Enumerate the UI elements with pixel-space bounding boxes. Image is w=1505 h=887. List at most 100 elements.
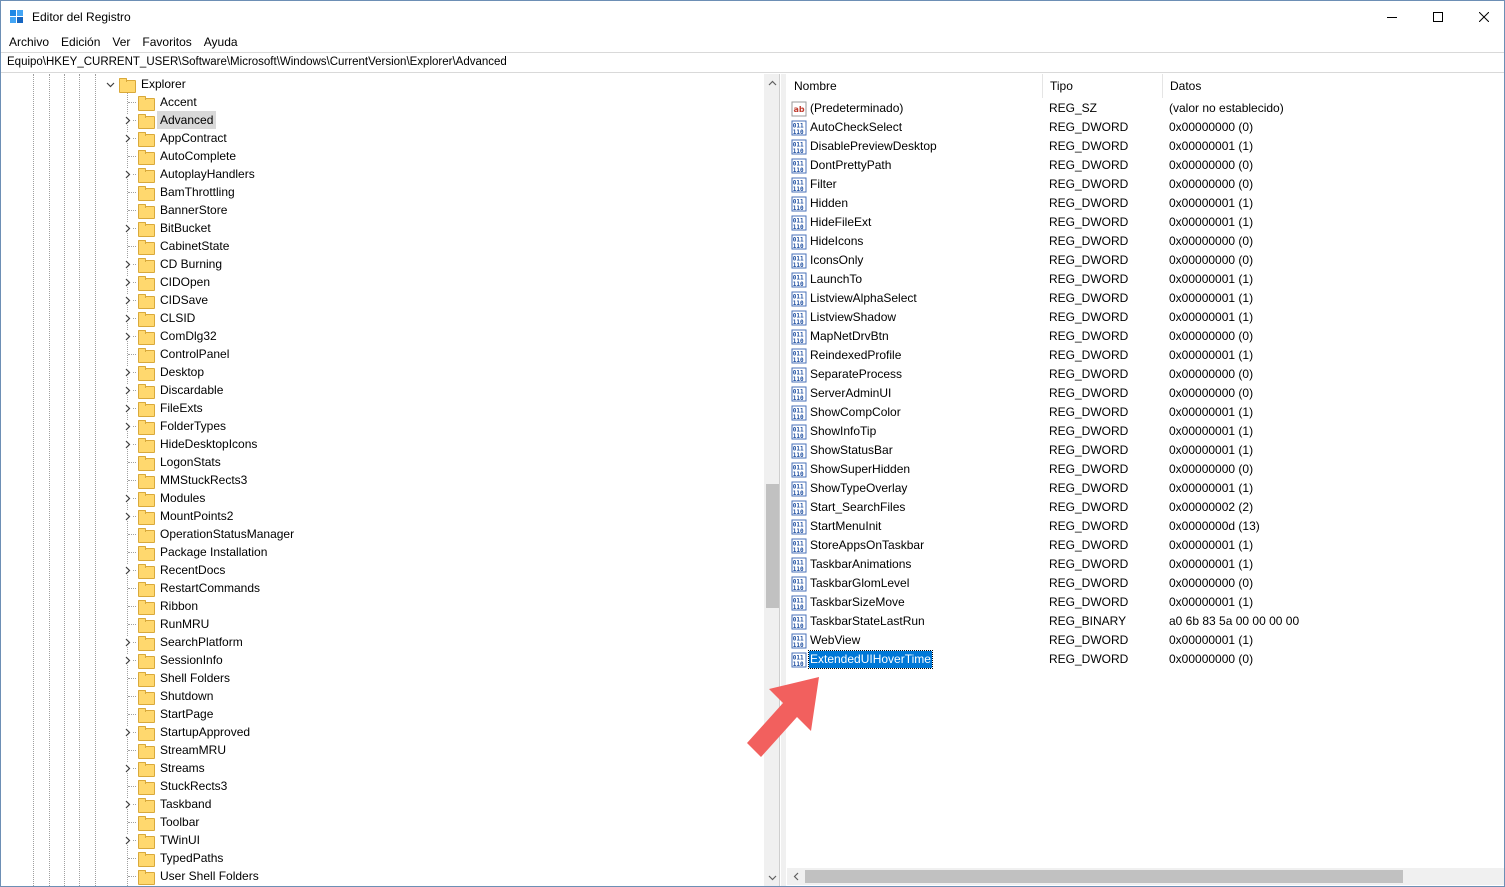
scroll-left-arrow-icon[interactable]: [787, 868, 804, 885]
tree-item[interactable]: SessionInfo: [119, 651, 226, 669]
tree-item[interactable]: TWinUI: [119, 831, 203, 849]
list-row[interactable]: 011 110 SeparateProcess REG_DWORD 0x00000000…: [787, 365, 1504, 384]
tree-item[interactable]: ComDlg32: [119, 327, 220, 345]
list-row[interactable]: 011 110 LaunchTo REG_DWORD 0x00000001 (1): [787, 270, 1504, 289]
list-row[interactable]: 011 110 IconsOnly REG_DWORD 0x00000000 (0): [787, 251, 1504, 270]
tree-item[interactable]: BamThrottling: [119, 183, 238, 201]
tree-item[interactable]: Shutdown: [119, 687, 216, 705]
chevron-right-icon[interactable]: [122, 403, 132, 413]
chevron-right-icon[interactable]: [122, 727, 132, 737]
list-row[interactable]: 011 110 TaskbarGlomLevel REG_DWORD 0x0000000…: [787, 574, 1504, 593]
chevron-right-icon[interactable]: [122, 115, 132, 125]
menu-archivo[interactable]: Archivo: [3, 32, 55, 52]
list-row[interactable]: 011 110 ShowStatusBar REG_DWORD 0x00000001 (…: [787, 441, 1504, 460]
chevron-right-icon[interactable]: [122, 637, 132, 647]
tree-item[interactable]: CD Burning: [119, 255, 225, 273]
chevron-right-icon[interactable]: [122, 763, 132, 773]
list-row[interactable]: 011 110 TaskbarStateLastRun REG_BINARY a0 6b…: [787, 612, 1504, 631]
chevron-right-icon[interactable]: [122, 493, 132, 503]
tree-item[interactable]: Desktop: [119, 363, 207, 381]
minimize-button[interactable]: [1369, 1, 1415, 32]
column-header-nombre[interactable]: Nombre: [787, 74, 1043, 98]
chevron-right-icon[interactable]: [122, 169, 132, 179]
tree-item[interactable]: TypedPaths: [119, 849, 226, 867]
list-row[interactable]: 011 110 ServerAdminUI REG_DWORD 0x00000000 (…: [787, 384, 1504, 403]
chevron-right-icon[interactable]: [122, 655, 132, 665]
chevron-right-icon[interactable]: [122, 259, 132, 269]
tree-item[interactable]: Shell Folders: [119, 669, 233, 687]
list-row[interactable]: 011 110 ShowTypeOverlay REG_DWORD 0x00000001…: [787, 479, 1504, 498]
list-row[interactable]: 011 110 Start_SearchFiles REG_DWORD 0x000000…: [787, 498, 1504, 517]
tree-item[interactable]: Ribbon: [119, 597, 201, 615]
column-header-tipo[interactable]: Tipo: [1043, 74, 1163, 98]
title-bar[interactable]: Editor del Registro: [1, 1, 1504, 32]
tree-item[interactable]: AppContract: [119, 129, 230, 147]
chevron-right-icon[interactable]: [122, 385, 132, 395]
chevron-right-icon[interactable]: [122, 331, 132, 341]
values-list-pane[interactable]: Nombre Tipo Datos ab (Predeterminado) REG_…: [787, 74, 1504, 886]
menu-ver[interactable]: Ver: [106, 32, 136, 52]
chevron-right-icon[interactable]: [122, 565, 132, 575]
tree-item[interactable]: RecentDocs: [119, 561, 228, 579]
tree-item[interactable]: Advanced: [119, 111, 217, 129]
tree-item[interactable]: Modules: [119, 489, 208, 507]
list-row[interactable]: 011 110 ShowSuperHidden REG_DWORD 0x00000000…: [787, 460, 1504, 479]
tree-item[interactable]: RunMRU: [119, 615, 212, 633]
tree-item[interactable]: Taskband: [119, 795, 214, 813]
close-button[interactable]: [1461, 1, 1505, 32]
tree-item[interactable]: User Shell Folders: [119, 867, 262, 885]
tree-item[interactable]: Package Installation: [119, 543, 270, 561]
tree-item[interactable]: SearchPlatform: [119, 633, 246, 651]
list-scroll-thumb[interactable]: [805, 870, 1403, 883]
tree-item[interactable]: CabinetState: [119, 237, 232, 255]
list-row[interactable]: 011 110 DontPrettyPath REG_DWORD 0x00000000 …: [787, 156, 1504, 175]
tree-item[interactable]: AutoplayHandlers: [119, 165, 258, 183]
tree-item[interactable]: RestartCommands: [119, 579, 263, 597]
menu-edicion[interactable]: Edición: [55, 32, 106, 52]
list-row[interactable]: 011 110 MapNetDrvBtn REG_DWORD 0x00000000 (0…: [787, 327, 1504, 346]
chevron-right-icon[interactable]: [122, 835, 132, 845]
tree-item[interactable]: AutoComplete: [119, 147, 239, 165]
tree-item[interactable]: Discardable: [119, 381, 226, 399]
tree-item[interactable]: Toolbar: [119, 813, 202, 831]
tree-item[interactable]: OperationStatusManager: [119, 525, 297, 543]
chevron-right-icon[interactable]: [122, 439, 132, 449]
chevron-right-icon[interactable]: [122, 367, 132, 377]
tree-item[interactable]: StartPage: [119, 705, 216, 723]
chevron-right-icon[interactable]: [122, 313, 132, 323]
tree-item[interactable]: BitBucket: [119, 219, 214, 237]
list-row[interactable]: 011 110 ListviewAlphaSelect REG_DWORD 0x0000…: [787, 289, 1504, 308]
column-header-datos[interactable]: Datos: [1163, 74, 1504, 98]
tree-item[interactable]: CIDSave: [119, 291, 211, 309]
tree-item[interactable]: MountPoints2: [119, 507, 236, 525]
address-bar[interactable]: Equipo\HKEY_CURRENT_USER\Software\Micros…: [1, 52, 1504, 73]
list-row[interactable]: 011 110 Filter REG_DWORD 0x00000000 (0): [787, 175, 1504, 194]
tree-item[interactable]: ControlPanel: [119, 345, 232, 363]
list-row[interactable]: 011 110 HideIcons REG_DWORD 0x00000000 (0): [787, 232, 1504, 251]
chevron-right-icon[interactable]: [122, 799, 132, 809]
list-row[interactable]: 011 110 AutoCheckSelect REG_DWORD 0x00000000…: [787, 118, 1504, 137]
tree-item[interactable]: StuckRects3: [119, 777, 230, 795]
list-row[interactable]: 011 110 ShowCompColor REG_DWORD 0x00000001 (…: [787, 403, 1504, 422]
list-row[interactable]: 011 110 ReindexedProfile REG_DWORD 0x0000000…: [787, 346, 1504, 365]
maximize-button[interactable]: [1415, 1, 1461, 32]
tree-item[interactable]: Streams: [119, 759, 208, 777]
list-row[interactable]: 011 110 ListviewShadow REG_DWORD 0x00000001 …: [787, 308, 1504, 327]
chevron-right-icon[interactable]: [122, 295, 132, 305]
tree-item[interactable]: CLSID: [119, 309, 198, 327]
tree-item[interactable]: StreamMRU: [119, 741, 229, 759]
menu-favoritos[interactable]: Favoritos: [136, 32, 197, 52]
list-row[interactable]: 011 110 StoreAppsOnTaskbar REG_DWORD 0x00000…: [787, 536, 1504, 555]
tree-item[interactable]: FileExts: [119, 399, 206, 417]
key-tree-pane[interactable]: Explorer Accent Advanced AppContract AutoCo…: [3, 74, 780, 886]
tree-item[interactable]: StartupApproved: [119, 723, 253, 741]
list-row[interactable]: 011 110 DisablePreviewDesktop REG_DWORD 0x00…: [787, 137, 1504, 156]
tree-item[interactable]: LogonStats: [119, 453, 224, 471]
list-row[interactable]: 011 110 HideFileExt REG_DWORD 0x00000001 (1): [787, 213, 1504, 232]
list-row[interactable]: 011 110 StartMenuInit REG_DWORD 0x0000000d (…: [787, 517, 1504, 536]
menu-ayuda[interactable]: Ayuda: [198, 32, 244, 52]
tree-item[interactable]: FolderTypes: [119, 417, 229, 435]
chevron-right-icon[interactable]: [122, 511, 132, 521]
tree-item[interactable]: Accent: [119, 93, 200, 111]
scroll-up-arrow-icon[interactable]: [764, 74, 779, 91]
